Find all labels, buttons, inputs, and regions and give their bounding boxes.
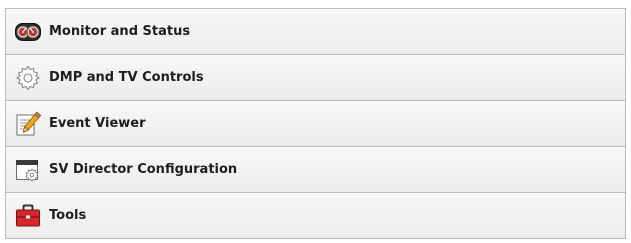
menu-item-label: SV Director Configuration	[49, 162, 238, 177]
gear-icon	[15, 65, 41, 91]
menu-item-label: Event Viewer	[49, 116, 146, 131]
toolbox-icon	[15, 203, 41, 229]
menu-item-tools[interactable]: Tools	[6, 193, 625, 239]
menu-item-monitor-and-status[interactable]: Monitor and Status	[6, 9, 625, 55]
notepad-pencil-icon	[15, 111, 41, 137]
menu-item-label: Tools	[49, 208, 87, 223]
menu-item-label: Monitor and Status	[49, 24, 191, 39]
menu-item-dmp-and-tv-controls[interactable]: DMP and TV Controls	[6, 55, 625, 101]
menu-item-event-viewer[interactable]: Event Viewer	[6, 101, 625, 147]
menu-item-label: DMP and TV Controls	[49, 70, 204, 85]
menu-item-sv-director-configuration[interactable]: SV Director Configuration	[6, 147, 625, 193]
gauge-icon	[15, 19, 41, 45]
window-gear-icon	[15, 157, 41, 183]
navigation-menu: Monitor and Status DMP and TV Controls E…	[5, 8, 626, 239]
